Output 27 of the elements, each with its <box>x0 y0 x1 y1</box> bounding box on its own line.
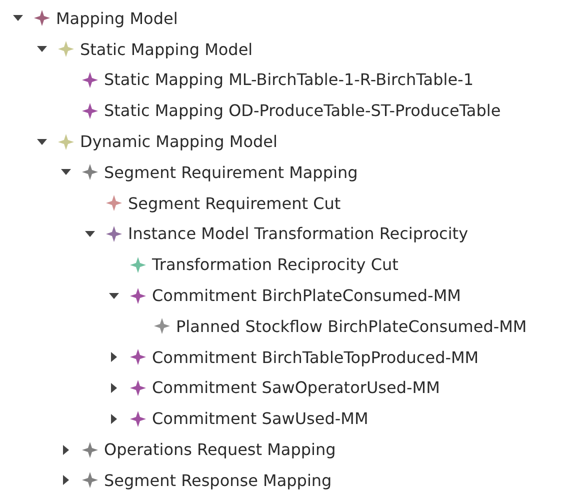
expand-arrow-icon[interactable] <box>110 382 118 394</box>
expand-arrow-icon[interactable] <box>110 351 118 364</box>
collapse-arrow-icon[interactable] <box>36 138 48 146</box>
tree-item-label[interactable]: Segment Response Mapping <box>104 470 332 490</box>
tree-item-label[interactable]: Instance Model Transformation Reciprocity <box>128 224 468 244</box>
tree-item-label[interactable]: Transformation Reciprocity Cut <box>152 255 398 274</box>
tree-item-label[interactable]: Operations Request Mapping <box>104 440 336 460</box>
tree-item-label[interactable]: Static Mapping OD-ProduceTable-ST-ProduceTable <box>104 101 501 120</box>
tree-item-label[interactable]: Static Mapping ML-BirchTable-1-R-BirchTable-1 <box>104 70 474 90</box>
expand-arrow-icon[interactable] <box>62 474 70 486</box>
collapse-arrow-icon[interactable] <box>108 292 120 300</box>
collapse-arrow-icon[interactable] <box>60 168 72 176</box>
tree-item-label[interactable]: Commitment SawOperatorUsed-MM <box>152 378 440 398</box>
tree-item-label[interactable]: Segment Requirement Cut <box>128 194 341 213</box>
tree-item-label[interactable]: Commitment BirchTableTopProduced-MM <box>152 348 479 367</box>
collapse-arrow-icon[interactable] <box>36 45 48 54</box>
expand-arrow-icon[interactable] <box>62 444 70 456</box>
tree-item-label[interactable]: Commitment BirchPlateConsumed-MM <box>152 286 461 306</box>
collapse-arrow-icon[interactable] <box>12 14 24 22</box>
tree-item-label[interactable]: Static Mapping Model <box>80 40 253 59</box>
expand-arrow-icon[interactable] <box>110 412 118 425</box>
tree-item-label[interactable]: Planned Stockflow BirchPlateConsumed-MM <box>176 316 527 336</box>
tree-item-label[interactable]: Commitment SawUsed-MM <box>152 409 368 428</box>
tree-item-label[interactable]: Mapping Model <box>56 8 178 28</box>
collapse-arrow-icon[interactable] <box>84 230 96 238</box>
tree-item-label[interactable]: Dynamic Mapping Model <box>80 132 278 152</box>
tree-item-label[interactable]: Segment Requirement Mapping <box>104 162 358 182</box>
